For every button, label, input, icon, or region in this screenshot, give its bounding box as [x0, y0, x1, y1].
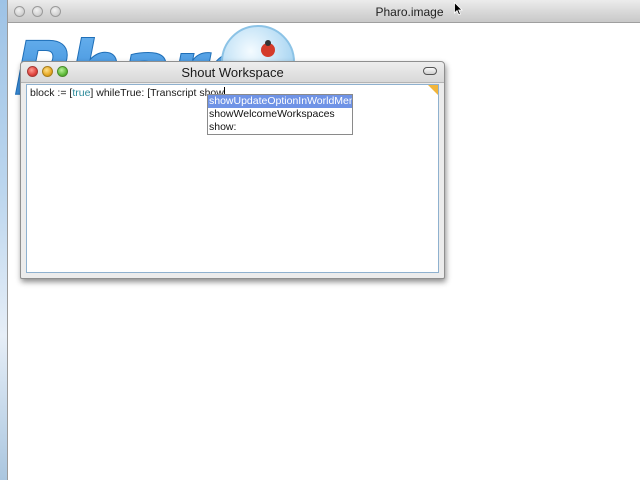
completion-item[interactable]: showUpdateOptionInWorldMenu: [208, 95, 352, 108]
mouse-pointer-icon: [454, 2, 463, 16]
completion-list[interactable]: showUpdateOptionInWorldMenu showWelcomeW…: [207, 94, 353, 135]
code-text-after: ] whileTrue: [Transcript show: [90, 87, 224, 99]
code-keyword: true: [72, 87, 91, 99]
host-titlebar[interactable]: Pharo.image: [8, 0, 640, 23]
completion-item[interactable]: showWelcomeWorkspaces: [208, 108, 352, 121]
host-window-title: Pharo.image: [375, 5, 444, 19]
menu-corner-icon[interactable]: [428, 85, 438, 95]
collapse-icon[interactable]: [423, 67, 437, 75]
code-text-before: block := [: [30, 87, 73, 99]
completion-item[interactable]: show:: [208, 121, 352, 134]
workspace-titlebar[interactable]: Shout Workspace: [21, 62, 444, 83]
workspace-title: Shout Workspace: [181, 65, 284, 80]
code-line: block := [true] whileTrue: [Transcript s…: [30, 87, 225, 99]
